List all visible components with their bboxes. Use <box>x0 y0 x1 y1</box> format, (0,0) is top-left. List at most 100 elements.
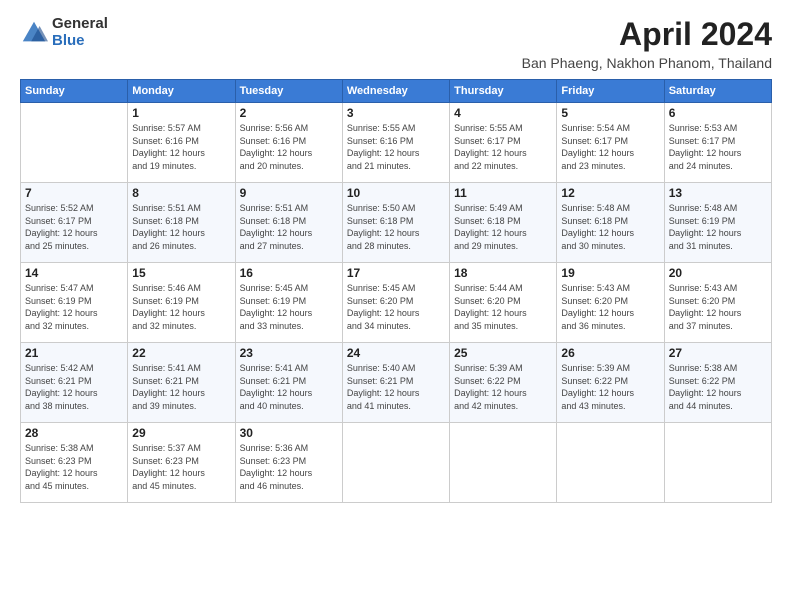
logo: General Blue <box>20 16 108 49</box>
day-number: 28 <box>25 426 123 440</box>
day-number: 4 <box>454 106 552 120</box>
day-cell: 14 Sunrise: 5:47 AM Sunset: 6:19 PM Dayli… <box>21 263 128 343</box>
day-number: 16 <box>240 266 338 280</box>
day-cell: 1 Sunrise: 5:57 AM Sunset: 6:16 PM Daylig… <box>128 103 235 183</box>
day-number: 6 <box>669 106 767 120</box>
day-cell: 11 Sunrise: 5:49 AM Sunset: 6:18 PM Dayli… <box>450 183 557 263</box>
location: Ban Phaeng, Nakhon Phanom, Thailand <box>522 55 772 71</box>
day-info: Sunrise: 5:49 AM Sunset: 6:18 PM Dayligh… <box>454 202 552 252</box>
day-header-friday: Friday <box>557 80 664 103</box>
day-info: Sunrise: 5:47 AM Sunset: 6:19 PM Dayligh… <box>25 282 123 332</box>
day-number: 14 <box>25 266 123 280</box>
day-info: Sunrise: 5:50 AM Sunset: 6:18 PM Dayligh… <box>347 202 445 252</box>
page: General Blue April 2024 Ban Phaeng, Nakh… <box>0 0 792 612</box>
day-cell: 22Sunrise: 5:41 AM Sunset: 6:21 PM Dayli… <box>128 343 235 423</box>
week-row-2: 7Sunrise: 5:52 AM Sunset: 6:17 PM Daylig… <box>21 183 772 263</box>
day-number: 13 <box>669 186 767 200</box>
day-number: 26 <box>561 346 659 360</box>
week-row-5: 28 Sunrise: 5:38 AM Sunset: 6:23 PM Dayli… <box>21 423 772 503</box>
day-cell: 9Sunrise: 5:51 AM Sunset: 6:18 PM Daylig… <box>235 183 342 263</box>
day-number: 11 <box>454 186 552 200</box>
day-cell: 24Sunrise: 5:40 AM Sunset: 6:21 PM Dayli… <box>342 343 449 423</box>
day-number: 18 <box>454 266 552 280</box>
day-number: 3 <box>347 106 445 120</box>
day-cell: 30 Sunrise: 5:36 AM Sunset: 6:23 PM Dayli… <box>235 423 342 503</box>
day-number: 29 <box>132 426 230 440</box>
day-number: 15 <box>132 266 230 280</box>
day-number: 21 <box>25 346 123 360</box>
day-info: Sunrise: 5:56 AM Sunset: 6:16 PM Dayligh… <box>240 122 338 172</box>
day-cell: 29 Sunrise: 5:37 AM Sunset: 6:23 PM Dayli… <box>128 423 235 503</box>
day-info: Sunrise: 5:44 AM Sunset: 6:20 PM Dayligh… <box>454 282 552 332</box>
day-header-sunday: Sunday <box>21 80 128 103</box>
day-info: Sunrise: 5:42 AM Sunset: 6:21 PM Dayligh… <box>25 362 123 412</box>
day-number: 23 <box>240 346 338 360</box>
day-info: Sunrise: 5:39 AM Sunset: 6:22 PM Dayligh… <box>454 362 552 412</box>
day-cell: 19 Sunrise: 5:43 AM Sunset: 6:20 PM Dayli… <box>557 263 664 343</box>
day-info: Sunrise: 5:48 AM Sunset: 6:19 PM Dayligh… <box>669 202 767 252</box>
day-number: 8 <box>132 186 230 200</box>
day-cell: 28 Sunrise: 5:38 AM Sunset: 6:23 PM Dayli… <box>21 423 128 503</box>
calendar-table: SundayMondayTuesdayWednesdayThursdayFrid… <box>20 79 772 503</box>
day-cell <box>450 423 557 503</box>
day-info: Sunrise: 5:57 AM Sunset: 6:16 PM Dayligh… <box>132 122 230 172</box>
day-header-tuesday: Tuesday <box>235 80 342 103</box>
day-info: Sunrise: 5:52 AM Sunset: 6:17 PM Dayligh… <box>25 202 123 252</box>
day-header-wednesday: Wednesday <box>342 80 449 103</box>
day-cell <box>21 103 128 183</box>
day-cell: 15 Sunrise: 5:46 AM Sunset: 6:19 PM Dayli… <box>128 263 235 343</box>
day-number: 25 <box>454 346 552 360</box>
day-info: Sunrise: 5:43 AM Sunset: 6:20 PM Dayligh… <box>561 282 659 332</box>
header: General Blue April 2024 Ban Phaeng, Nakh… <box>20 16 772 71</box>
day-info: Sunrise: 5:38 AM Sunset: 6:23 PM Dayligh… <box>25 442 123 492</box>
day-cell: 13 Sunrise: 5:48 AM Sunset: 6:19 PM Dayli… <box>664 183 771 263</box>
day-cell: 6Sunrise: 5:53 AM Sunset: 6:17 PM Daylig… <box>664 103 771 183</box>
day-number: 1 <box>132 106 230 120</box>
day-info: Sunrise: 5:54 AM Sunset: 6:17 PM Dayligh… <box>561 122 659 172</box>
day-cell: 17 Sunrise: 5:45 AM Sunset: 6:20 PM Dayli… <box>342 263 449 343</box>
day-number: 20 <box>669 266 767 280</box>
title-area: April 2024 Ban Phaeng, Nakhon Phanom, Th… <box>522 16 772 71</box>
day-number: 12 <box>561 186 659 200</box>
day-info: Sunrise: 5:51 AM Sunset: 6:18 PM Dayligh… <box>240 202 338 252</box>
day-cell <box>664 423 771 503</box>
day-info: Sunrise: 5:43 AM Sunset: 6:20 PM Dayligh… <box>669 282 767 332</box>
day-cell: 18 Sunrise: 5:44 AM Sunset: 6:20 PM Dayli… <box>450 263 557 343</box>
day-info: Sunrise: 5:55 AM Sunset: 6:17 PM Dayligh… <box>454 122 552 172</box>
day-number: 30 <box>240 426 338 440</box>
day-cell: 8Sunrise: 5:51 AM Sunset: 6:18 PM Daylig… <box>128 183 235 263</box>
day-header-thursday: Thursday <box>450 80 557 103</box>
day-number: 22 <box>132 346 230 360</box>
day-number: 24 <box>347 346 445 360</box>
logo-general: General <box>52 16 108 33</box>
logo-text: General Blue <box>52 16 108 49</box>
day-number: 17 <box>347 266 445 280</box>
day-number: 19 <box>561 266 659 280</box>
day-info: Sunrise: 5:41 AM Sunset: 6:21 PM Dayligh… <box>240 362 338 412</box>
day-cell: 21 Sunrise: 5:42 AM Sunset: 6:21 PM Dayli… <box>21 343 128 423</box>
day-info: Sunrise: 5:37 AM Sunset: 6:23 PM Dayligh… <box>132 442 230 492</box>
logo-blue: Blue <box>52 33 108 50</box>
day-header-saturday: Saturday <box>664 80 771 103</box>
day-cell: 16 Sunrise: 5:45 AM Sunset: 6:19 PM Dayli… <box>235 263 342 343</box>
day-cell: 7Sunrise: 5:52 AM Sunset: 6:17 PM Daylig… <box>21 183 128 263</box>
header-row: SundayMondayTuesdayWednesdayThursdayFrid… <box>21 80 772 103</box>
day-cell: 3Sunrise: 5:55 AM Sunset: 6:16 PM Daylig… <box>342 103 449 183</box>
month-title: April 2024 <box>522 16 772 53</box>
day-number: 2 <box>240 106 338 120</box>
day-cell: 2 Sunrise: 5:56 AM Sunset: 6:16 PM Daylig… <box>235 103 342 183</box>
day-info: Sunrise: 5:36 AM Sunset: 6:23 PM Dayligh… <box>240 442 338 492</box>
day-cell: 12Sunrise: 5:48 AM Sunset: 6:18 PM Dayli… <box>557 183 664 263</box>
day-cell: 10 Sunrise: 5:50 AM Sunset: 6:18 PM Dayli… <box>342 183 449 263</box>
day-info: Sunrise: 5:38 AM Sunset: 6:22 PM Dayligh… <box>669 362 767 412</box>
day-info: Sunrise: 5:46 AM Sunset: 6:19 PM Dayligh… <box>132 282 230 332</box>
day-number: 10 <box>347 186 445 200</box>
day-cell: 27Sunrise: 5:38 AM Sunset: 6:22 PM Dayli… <box>664 343 771 423</box>
day-cell: 20 Sunrise: 5:43 AM Sunset: 6:20 PM Dayli… <box>664 263 771 343</box>
week-row-4: 21 Sunrise: 5:42 AM Sunset: 6:21 PM Dayli… <box>21 343 772 423</box>
day-cell: 4 Sunrise: 5:55 AM Sunset: 6:17 PM Daylig… <box>450 103 557 183</box>
week-row-1: 1 Sunrise: 5:57 AM Sunset: 6:16 PM Daylig… <box>21 103 772 183</box>
day-info: Sunrise: 5:45 AM Sunset: 6:19 PM Dayligh… <box>240 282 338 332</box>
day-header-monday: Monday <box>128 80 235 103</box>
day-info: Sunrise: 5:45 AM Sunset: 6:20 PM Dayligh… <box>347 282 445 332</box>
